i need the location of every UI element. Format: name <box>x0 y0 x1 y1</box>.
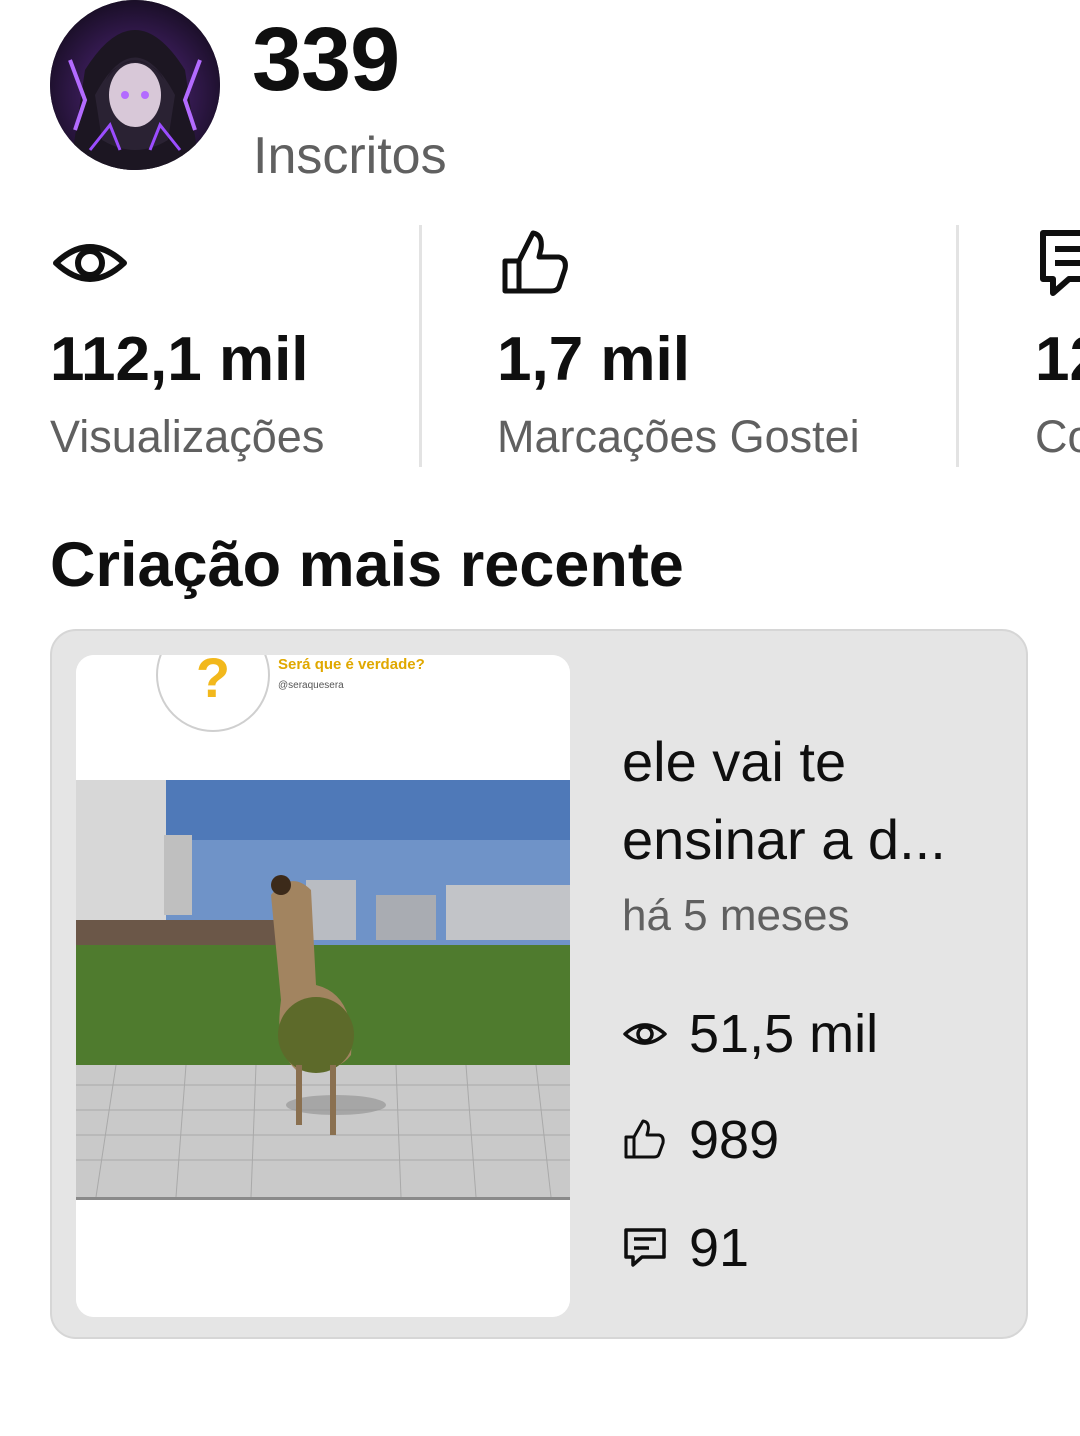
stat-divider <box>956 225 959 467</box>
video-title[interactable]: ele vai te ensinar a d... <box>622 723 1002 879</box>
stat-likes-label: Marcações Gostei <box>497 411 860 462</box>
video-comments-value: 91 <box>689 1218 750 1278</box>
stat-likes-value: 1,7 mil <box>497 325 690 394</box>
subscriber-label: Inscritos <box>253 127 447 185</box>
thumbs-up-icon <box>624 1119 665 1159</box>
subscriber-count: 339 <box>252 10 400 110</box>
svg-text:?: ? <box>196 655 230 709</box>
hooded-character-avatar-icon <box>50 0 220 170</box>
video-thumbnail-image: ? Será que é verdade? @seraquesera <box>76 655 570 1317</box>
comment-icon <box>624 1228 666 1267</box>
video-thumbnail[interactable]: ? Será que é verdade? @seraquesera <box>76 655 570 1317</box>
stat-comments-value: 12 <box>1035 325 1080 394</box>
eye-icon <box>53 244 127 282</box>
comment-icon <box>1040 230 1080 296</box>
eye-icon <box>623 1023 667 1045</box>
section-title: Criação mais recente <box>50 530 684 600</box>
stat-divider <box>419 225 422 467</box>
video-likes-value: 989 <box>689 1110 780 1170</box>
video-views-value: 51,5 mil <box>689 1004 879 1064</box>
thumbnail-caption: Será que é verdade? <box>278 656 425 673</box>
stat-views-label: Visualizações <box>50 411 325 462</box>
thumbs-up-icon <box>502 230 568 294</box>
video-date: há 5 meses <box>622 891 850 940</box>
channel-avatar[interactable] <box>50 0 220 170</box>
latest-video-card[interactable]: ? Será que é verdade? @seraquesera ele v… <box>50 629 1028 1339</box>
channel-stats: 112,1 mil Visualizações 1,7 mil Marcaçõe… <box>0 225 1080 467</box>
thumbnail-handle: @seraquesera <box>278 680 344 691</box>
stat-comments-label: Co <box>1035 411 1080 462</box>
stat-views-value: 112,1 mil <box>50 325 309 394</box>
